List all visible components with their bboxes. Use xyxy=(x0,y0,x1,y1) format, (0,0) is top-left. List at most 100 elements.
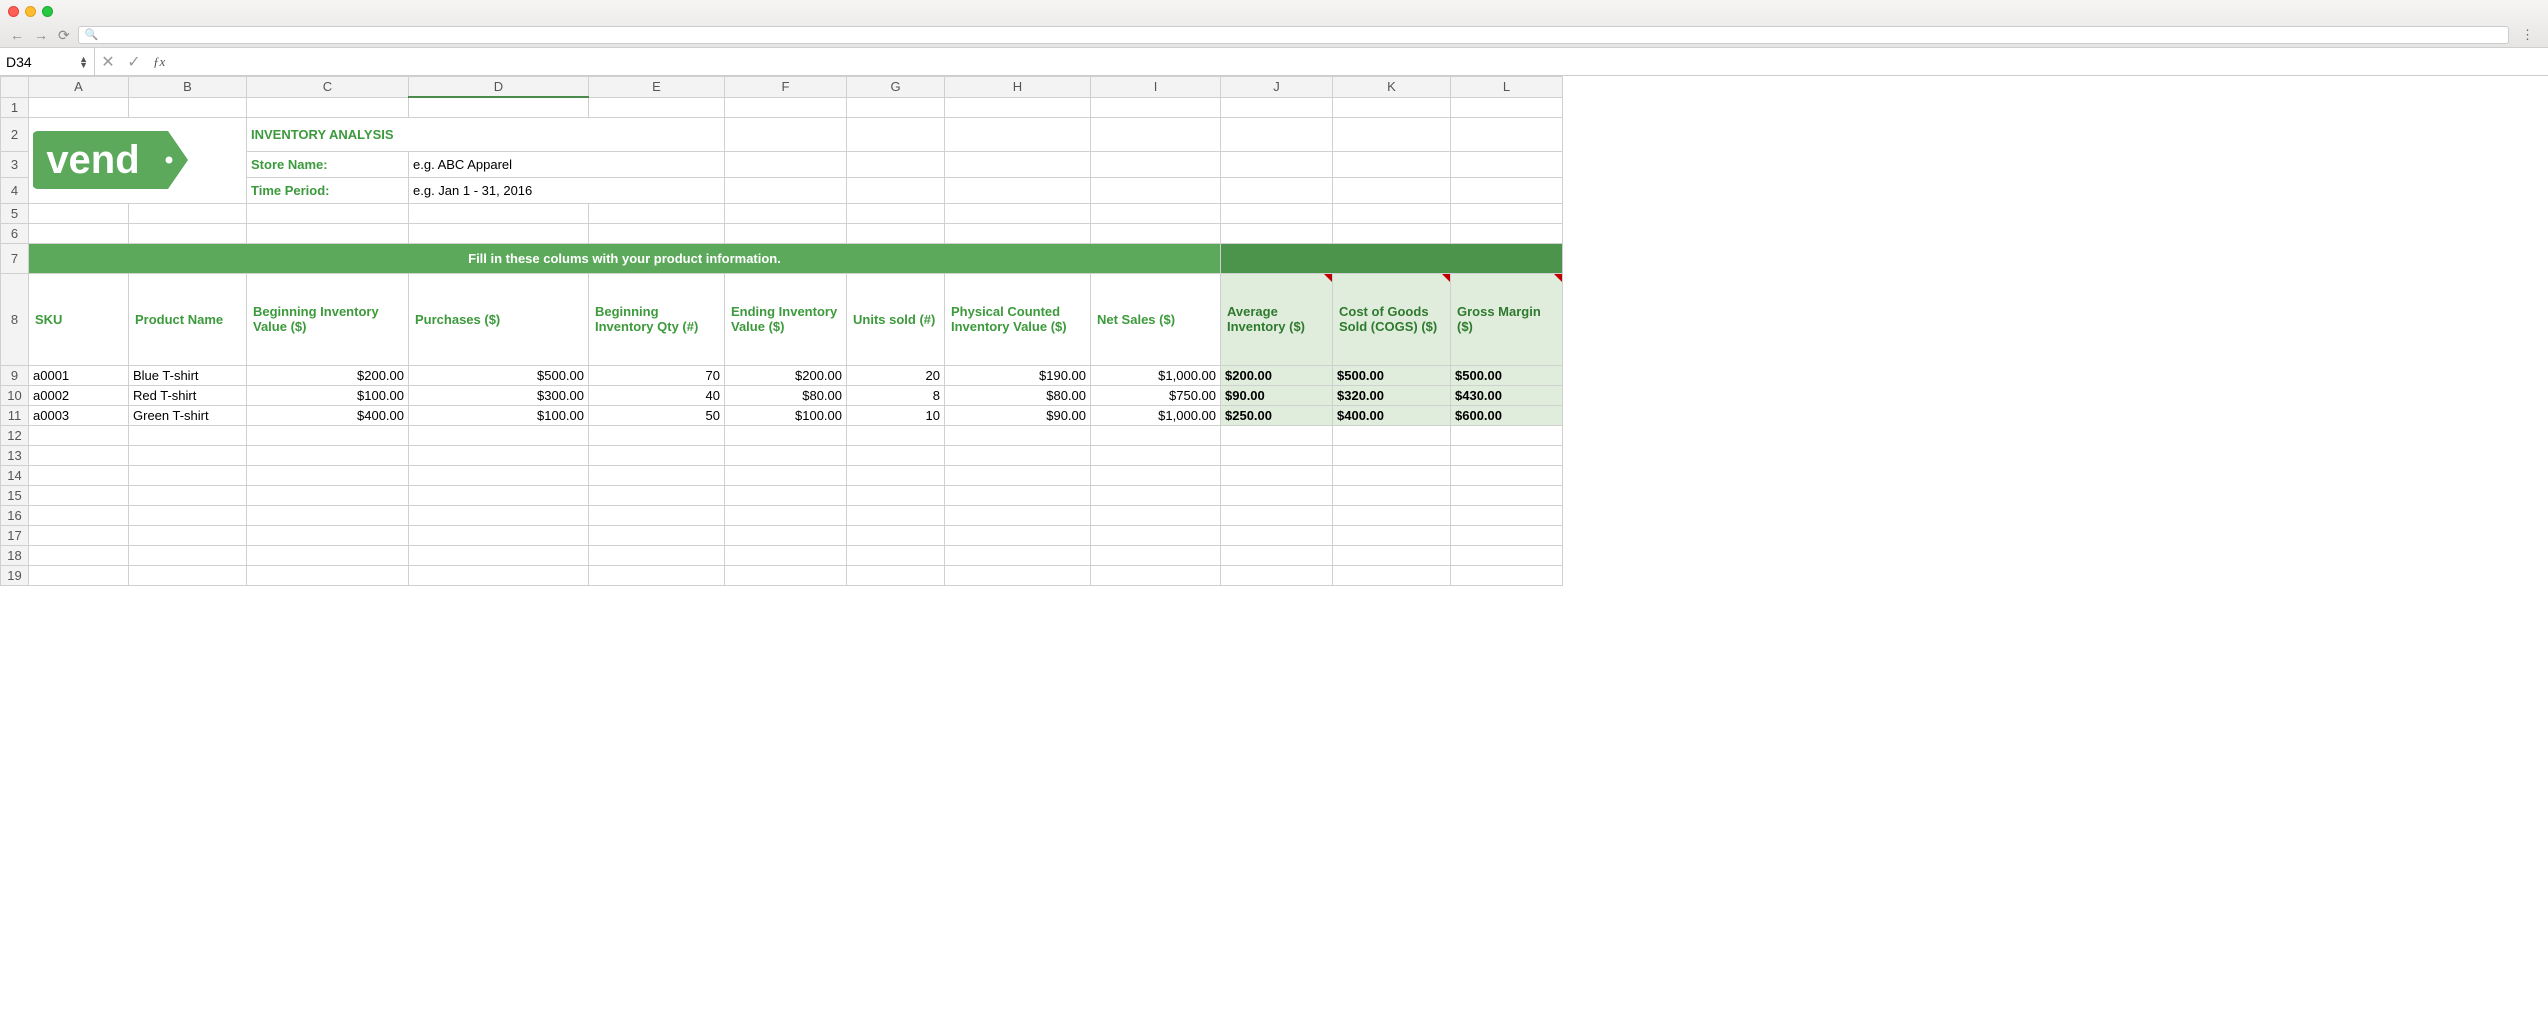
cell[interactable] xyxy=(945,177,1091,203)
cell[interactable] xyxy=(1333,223,1451,243)
cell[interactable] xyxy=(129,565,247,585)
spreadsheet-grid[interactable]: A B C D E F G H I J K L 1 2 vend INVENTO… xyxy=(0,76,2548,586)
cell-beg-val[interactable]: $400.00 xyxy=(247,405,409,425)
cell[interactable] xyxy=(847,505,945,525)
cell[interactable] xyxy=(29,203,129,223)
row-header[interactable]: 10 xyxy=(1,385,29,405)
cell[interactable] xyxy=(1221,97,1333,117)
cell[interactable] xyxy=(945,151,1091,177)
cell[interactable] xyxy=(1091,425,1221,445)
cell-sku[interactable]: a0002 xyxy=(29,385,129,405)
cell[interactable] xyxy=(725,525,847,545)
cell-end-val[interactable]: $100.00 xyxy=(725,405,847,425)
row-header[interactable]: 17 xyxy=(1,525,29,545)
cell[interactable] xyxy=(725,545,847,565)
cell-phys[interactable]: $190.00 xyxy=(945,365,1091,385)
cell[interactable] xyxy=(1451,203,1563,223)
cell[interactable] xyxy=(725,485,847,505)
cell[interactable] xyxy=(1091,151,1221,177)
cell-purchases[interactable]: $300.00 xyxy=(409,385,589,405)
cell[interactable] xyxy=(1333,565,1451,585)
name-box[interactable]: D34 ▲▼ xyxy=(0,48,95,75)
cell[interactable] xyxy=(129,425,247,445)
cell-purchases[interactable]: $100.00 xyxy=(409,405,589,425)
cell[interactable] xyxy=(1221,203,1333,223)
cell-beg-qty[interactable]: 50 xyxy=(589,405,725,425)
cell-beg-val[interactable]: $100.00 xyxy=(247,385,409,405)
cell[interactable] xyxy=(1333,465,1451,485)
cell[interactable] xyxy=(589,465,725,485)
cell[interactable] xyxy=(129,445,247,465)
cell[interactable] xyxy=(1221,465,1333,485)
cell[interactable] xyxy=(29,485,129,505)
cell[interactable] xyxy=(725,203,847,223)
cell-end-val[interactable]: $200.00 xyxy=(725,365,847,385)
cancel-formula-button[interactable]: ✕ xyxy=(95,52,121,72)
cell-beg-val[interactable]: $200.00 xyxy=(247,365,409,385)
cell[interactable] xyxy=(29,525,129,545)
cell[interactable] xyxy=(1451,565,1563,585)
cell[interactable] xyxy=(29,465,129,485)
cell[interactable] xyxy=(1333,545,1451,565)
colhead-purchases[interactable]: Purchases ($) xyxy=(409,273,589,365)
cell[interactable] xyxy=(129,525,247,545)
cell[interactable] xyxy=(847,203,945,223)
cell[interactable] xyxy=(129,203,247,223)
cell[interactable] xyxy=(1451,223,1563,243)
colhead-beg-inv-val[interactable]: Beginning Inventory Value ($) xyxy=(247,273,409,365)
col-header[interactable]: D xyxy=(409,77,589,98)
col-header[interactable]: B xyxy=(129,77,247,98)
cell[interactable] xyxy=(1091,485,1221,505)
col-header[interactable]: A xyxy=(29,77,129,98)
cell[interactable] xyxy=(847,525,945,545)
cell-avg[interactable]: $200.00 xyxy=(1221,365,1333,385)
cell[interactable] xyxy=(1451,485,1563,505)
cell[interactable] xyxy=(847,485,945,505)
cell[interactable] xyxy=(409,223,589,243)
cell[interactable] xyxy=(1221,425,1333,445)
banner-calc-section[interactable] xyxy=(1221,243,1563,273)
row-header[interactable]: 9 xyxy=(1,365,29,385)
cell[interactable] xyxy=(725,223,847,243)
cell[interactable] xyxy=(1091,117,1221,151)
cell[interactable] xyxy=(1451,525,1563,545)
cell[interactable] xyxy=(247,223,409,243)
cell-net[interactable]: $1,000.00 xyxy=(1091,405,1221,425)
cell[interactable] xyxy=(1091,223,1221,243)
cell[interactable] xyxy=(409,203,589,223)
cell[interactable] xyxy=(847,565,945,585)
cell[interactable] xyxy=(847,151,945,177)
col-header[interactable]: H xyxy=(945,77,1091,98)
cell[interactable] xyxy=(1451,117,1563,151)
cell-cogs[interactable]: $400.00 xyxy=(1333,405,1451,425)
colhead-net-sales[interactable]: Net Sales ($) xyxy=(1091,273,1221,365)
cell[interactable] xyxy=(29,425,129,445)
window-close-button[interactable] xyxy=(8,6,19,17)
colhead-beg-inv-qty[interactable]: Beginning Inventory Qty (#) xyxy=(589,273,725,365)
col-header[interactable]: E xyxy=(589,77,725,98)
cell[interactable] xyxy=(1091,545,1221,565)
cell[interactable] xyxy=(1221,223,1333,243)
colhead-sku[interactable]: SKU xyxy=(29,273,129,365)
cell[interactable] xyxy=(247,565,409,585)
cell[interactable] xyxy=(589,445,725,465)
name-box-dropdown-icon[interactable]: ▲▼ xyxy=(79,56,88,68)
cell-end-val[interactable]: $80.00 xyxy=(725,385,847,405)
cell-cogs[interactable]: $500.00 xyxy=(1333,365,1451,385)
cell[interactable] xyxy=(29,505,129,525)
cell[interactable] xyxy=(847,97,945,117)
cell[interactable] xyxy=(29,565,129,585)
cell[interactable] xyxy=(589,525,725,545)
cell[interactable] xyxy=(247,545,409,565)
cell[interactable] xyxy=(1221,151,1333,177)
cell[interactable] xyxy=(247,525,409,545)
cell[interactable] xyxy=(1333,177,1451,203)
col-header[interactable]: F xyxy=(725,77,847,98)
cell[interactable] xyxy=(247,485,409,505)
cell-purchases[interactable]: $500.00 xyxy=(409,365,589,385)
cell-phys[interactable]: $80.00 xyxy=(945,385,1091,405)
cell[interactable] xyxy=(945,445,1091,465)
cell[interactable] xyxy=(129,97,247,117)
cell[interactable] xyxy=(589,485,725,505)
cell[interactable] xyxy=(1451,425,1563,445)
